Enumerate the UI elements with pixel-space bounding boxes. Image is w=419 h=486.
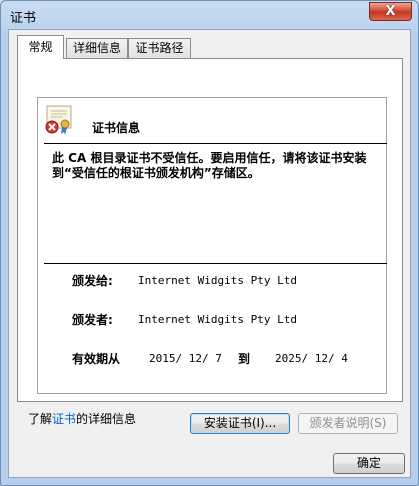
certificate-info-box: 证书信息 此 CA 根目录证书不受信任。要启用信任，请将该证书安装到“受信任的根… bbox=[37, 97, 387, 394]
divider bbox=[44, 263, 387, 264]
tab-details-label: 详细信息 bbox=[72, 41, 121, 55]
issuer-statement-button[interactable]: 颁发者说明(S) bbox=[298, 413, 398, 434]
untrusted-root-warning: 此 CA 根目录证书不受信任。要启用信任，请将该证书安装到“受信任的根证书颁发机… bbox=[52, 151, 367, 180]
valid-from-value: 2015/ 12/ 7 bbox=[149, 352, 222, 365]
window-title: 证书 bbox=[10, 11, 37, 26]
valid-to-value: 2025/ 12/ 4 bbox=[275, 352, 348, 365]
tab-general-label: 常规 bbox=[28, 40, 53, 54]
learn-more-suffix: 的详细信息 bbox=[76, 412, 137, 426]
close-button[interactable]: X bbox=[369, 2, 412, 21]
tab-general[interactable]: 常规 bbox=[17, 35, 64, 59]
issued-to-label: 颁发给: bbox=[72, 274, 113, 288]
learn-more-prefix: 了解 bbox=[28, 412, 53, 426]
issued-by-value: Internet Widgits Pty Ltd bbox=[138, 313, 297, 326]
validity-to-label: 到 bbox=[238, 352, 251, 366]
issued-by-label: 颁发者: bbox=[72, 313, 113, 327]
general-tab-panel: 证书信息 此 CA 根目录证书不受信任。要启用信任，请将该证书安装到“受信任的根… bbox=[17, 58, 403, 434]
tab-path-label: 证书路径 bbox=[135, 41, 184, 55]
divider bbox=[44, 143, 387, 144]
certificate-icon bbox=[45, 105, 72, 135]
tab-details[interactable]: 详细信息 bbox=[66, 38, 128, 58]
install-certificate-button[interactable]: 安装证书(I)... bbox=[190, 413, 290, 434]
dialog-client: 常规 详细信息 证书路径 证书信息 此 CA 根目录证书不受信任。要启用信任，请… bbox=[8, 29, 411, 478]
tab-certification-path[interactable]: 证书路径 bbox=[128, 38, 191, 58]
learn-more-link[interactable]: 证书 bbox=[52, 412, 76, 426]
ok-button[interactable]: 确定 bbox=[333, 453, 405, 474]
validity-label: 有效期从 bbox=[72, 352, 121, 366]
learn-more-text: 了解证书的详细信息 bbox=[28, 410, 136, 427]
close-icon: X bbox=[385, 4, 396, 19]
issued-to-value: Internet Widgits Pty Ltd bbox=[138, 274, 297, 287]
certificate-info-title: 证书信息 bbox=[92, 121, 141, 135]
title-bar[interactable]: 证书 X bbox=[1, 1, 418, 29]
certificate-dialog: 证书 X 常规 详细信息 证书路径 证书信息 此 CA 根目录证书不受信任。要启… bbox=[0, 0, 419, 486]
